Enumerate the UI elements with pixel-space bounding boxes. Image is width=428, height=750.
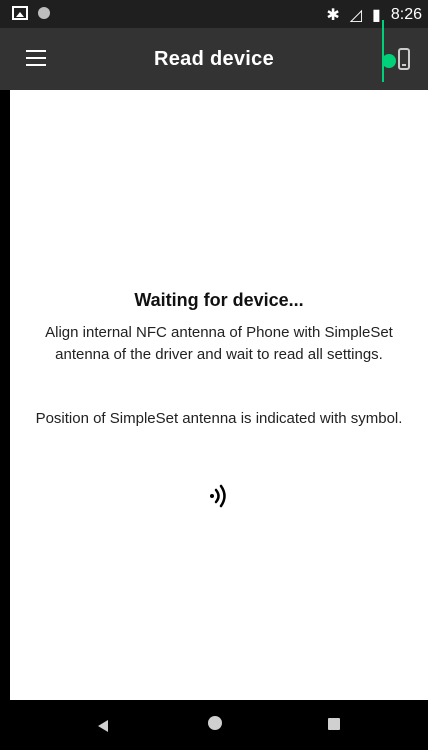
battery-icon: ▮ xyxy=(372,7,381,24)
dot-icon xyxy=(38,7,50,19)
callout-line xyxy=(382,20,384,82)
main-content: Waiting for device... Align internal NFC… xyxy=(10,90,428,700)
status-right: ✱ ◿ ▮ 8:26 xyxy=(326,5,422,25)
screen: ✱ ◿ ▮ 8:26 Read device Waiting for devic… xyxy=(0,0,428,750)
app-bar: Read device xyxy=(0,20,428,90)
page-title: Read device xyxy=(153,48,275,70)
home-icon[interactable] xyxy=(208,716,222,730)
waiting-heading: Waiting for device... xyxy=(134,290,304,310)
nfc-icon xyxy=(210,484,226,508)
image-icon xyxy=(12,6,28,20)
nav-bar xyxy=(0,702,428,750)
status-time: 8:26 xyxy=(390,6,422,23)
back-icon[interactable] xyxy=(98,720,108,732)
status-left xyxy=(12,6,50,20)
status-dot xyxy=(382,54,396,68)
bluetooth-icon: ✱ xyxy=(326,7,340,24)
recent-apps-icon[interactable] xyxy=(328,718,340,730)
position-note: Position of SimpleSet antenna is indicat… xyxy=(35,410,403,427)
signal-icon: ◿ xyxy=(349,7,363,24)
phone-icon xyxy=(398,48,410,70)
status-bar: ✱ ◿ ▮ 8:26 xyxy=(0,0,428,28)
device-button[interactable] xyxy=(382,20,410,82)
instruction-text: Align internal NFC antenna of Phone with… xyxy=(45,324,393,363)
